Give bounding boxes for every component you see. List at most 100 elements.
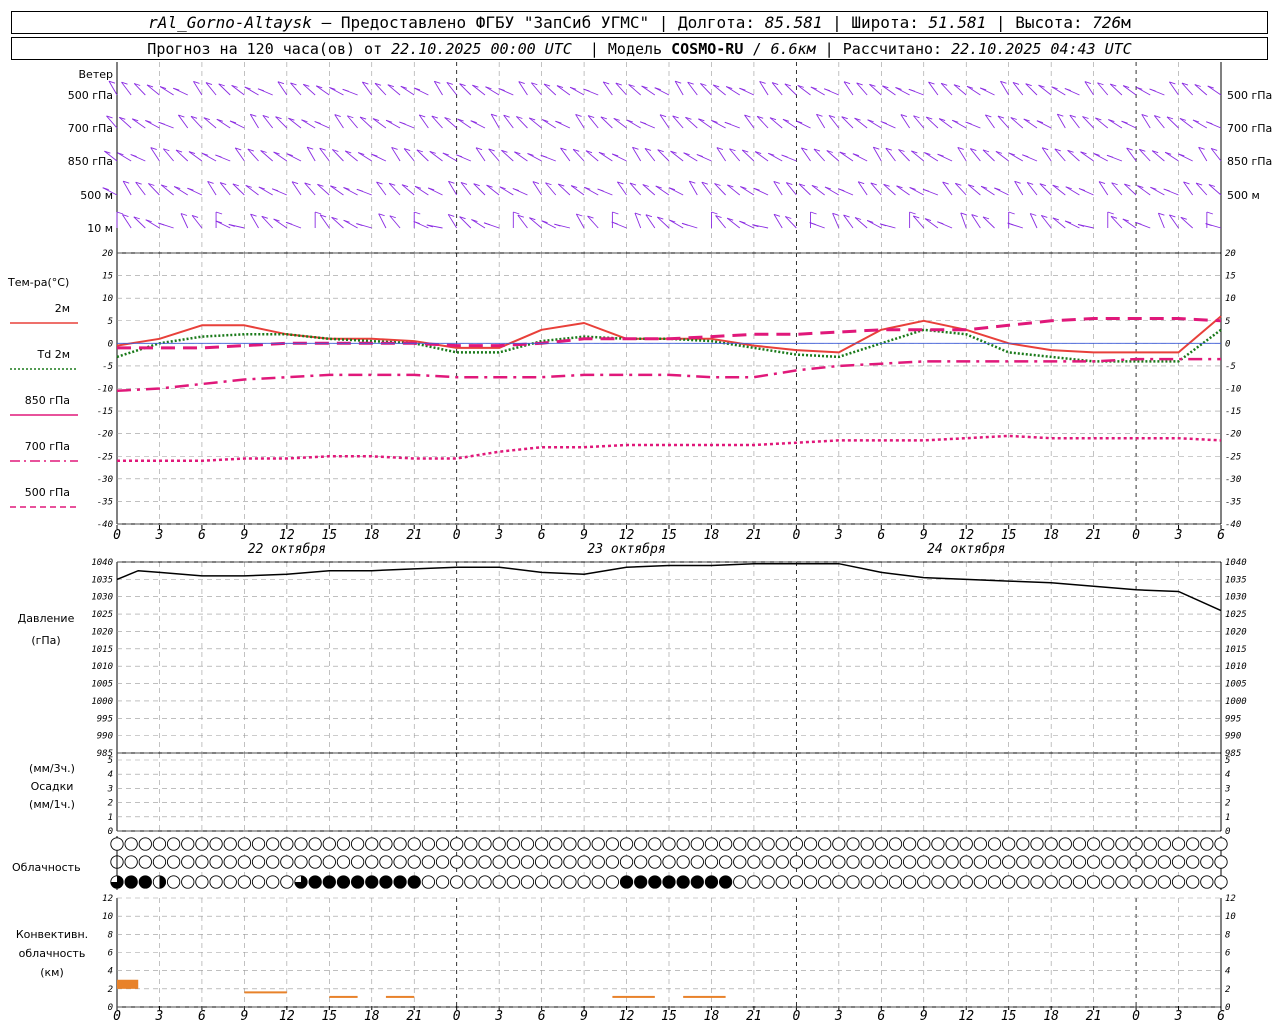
day-label: 22 октября [248,542,326,557]
cloud-symbol [407,855,421,869]
cloud-symbol [336,855,351,869]
wind-barb [372,118,387,129]
pressure-ytick-left: 1020 [91,627,113,637]
wind-barb [575,213,585,229]
cloud-symbol [818,855,832,869]
cloud-symbol [1115,837,1129,851]
cloud-symbol [464,855,478,869]
conv-bar [612,995,655,998]
wind-barb [245,185,259,196]
cloud-symbol [251,875,266,889]
cloud-symbol [846,855,860,869]
cloud-symbol [917,855,931,869]
day-label: 24 октября [927,542,1005,557]
wind-level-right: 700 гПа [1227,122,1272,135]
wind-barb [938,118,953,129]
wind-barb [773,214,783,229]
cloud-symbol [874,855,888,869]
temp-ytick-left: 5 [108,317,113,327]
cloud-symbol [1086,875,1101,889]
wind-barb [378,213,387,229]
cloud-symbol [1101,855,1115,869]
wind-barb [193,81,203,96]
cloud-symbol [648,855,662,869]
cloud-symbol [860,837,874,851]
wind-barb [387,84,401,96]
cloud-symbol [124,837,138,851]
wind-level-left: 850 гПа [68,155,113,168]
temp-ytick-right: 10 [1225,294,1236,304]
cloud-symbol [591,875,605,889]
wind-barb [872,146,882,162]
wind-barb [843,81,854,96]
cloud-symbol-fill [634,875,647,889]
wind-barb [291,181,302,196]
cloud-symbol-fill [691,875,704,889]
x-tick-label-temp: 0 [792,528,800,543]
cloud-symbol [266,837,280,851]
wind-level-right: 500 гПа [1227,89,1272,102]
wind-level-right: 850 гПа [1227,155,1272,168]
wind-barb [1014,181,1024,196]
wind-barb-feather [724,121,731,125]
wind-barb [301,119,316,129]
temp-ytick-left: 20 [102,249,113,259]
cloud-symbol [1115,875,1129,889]
wind-barb [433,81,443,96]
cloud-symbol [322,855,336,869]
cloud-symbol [1044,875,1058,889]
cloud-symbol [435,855,450,869]
temp-ytick-right: -35 [1225,497,1241,507]
wind-barb [900,114,910,129]
wind-barb [306,146,316,162]
cloud-symbol [1101,875,1115,889]
x-tick-label-temp: 3 [494,528,503,543]
cloud-symbol-fill [308,875,322,889]
wind-barb [727,184,741,196]
x-tick-label-temp: 12 [619,528,635,543]
wind-barb [541,119,557,129]
x-tick-label-temp: 3 [155,528,164,543]
cloud-symbol [223,875,237,889]
wind-barb-feather [908,88,915,92]
cloud-symbol [1072,875,1087,889]
pressure-ytick-left: 1010 [91,662,113,672]
legend-label: 500 гПа [25,486,70,499]
conv-ytick-right: 8 [1225,930,1230,940]
cloud-symbol [209,875,223,889]
x-tick-label-conv: 3 [494,1009,503,1024]
wind-barb [769,117,783,129]
wind-barb [122,214,132,229]
wind-barb [980,185,995,196]
cloud-symbol [619,837,634,851]
cloud-symbol [775,875,789,889]
wind-barb-feather [909,211,916,215]
meteogram: 0 3 6 9 12 15 18 21 0 3 6 9 12 15 18 21 0 3 6 9 12 15 18 21 0 3 60… [7,62,1272,1024]
cloud-symbol [718,837,733,851]
cloud-symbol [195,837,209,851]
x-tick-label-conv: 9 [240,1009,248,1024]
cloud-symbol [1072,855,1087,869]
cloud-symbol [308,855,322,869]
temp-ytick-left: -25 [97,452,113,462]
temp-ytick-right: 5 [1225,317,1230,327]
cloud-symbol [322,837,336,851]
wind-barb [357,152,373,162]
x-tick-label-conv: 12 [279,1009,295,1024]
wind-barb [816,114,826,129]
cloud-symbol [266,855,280,869]
wind-barb [896,185,910,196]
wind-barb [486,184,500,196]
cloud-symbol [634,837,648,851]
cloud-symbol [520,875,535,889]
x-tick-label-temp: 0 [1132,528,1140,543]
x-tick-label-conv: 6 [198,1009,206,1024]
cloud-symbol [110,837,124,851]
conv-ytick-right: 2 [1225,985,1230,995]
x-tick-label-conv: 21 [406,1009,422,1024]
cloud-symbol [506,837,520,851]
precip-ytick-right: 5 [1225,756,1230,766]
cloud-symbol [704,855,719,869]
cloud-symbol [917,837,931,851]
cloud-symbol [450,855,464,869]
